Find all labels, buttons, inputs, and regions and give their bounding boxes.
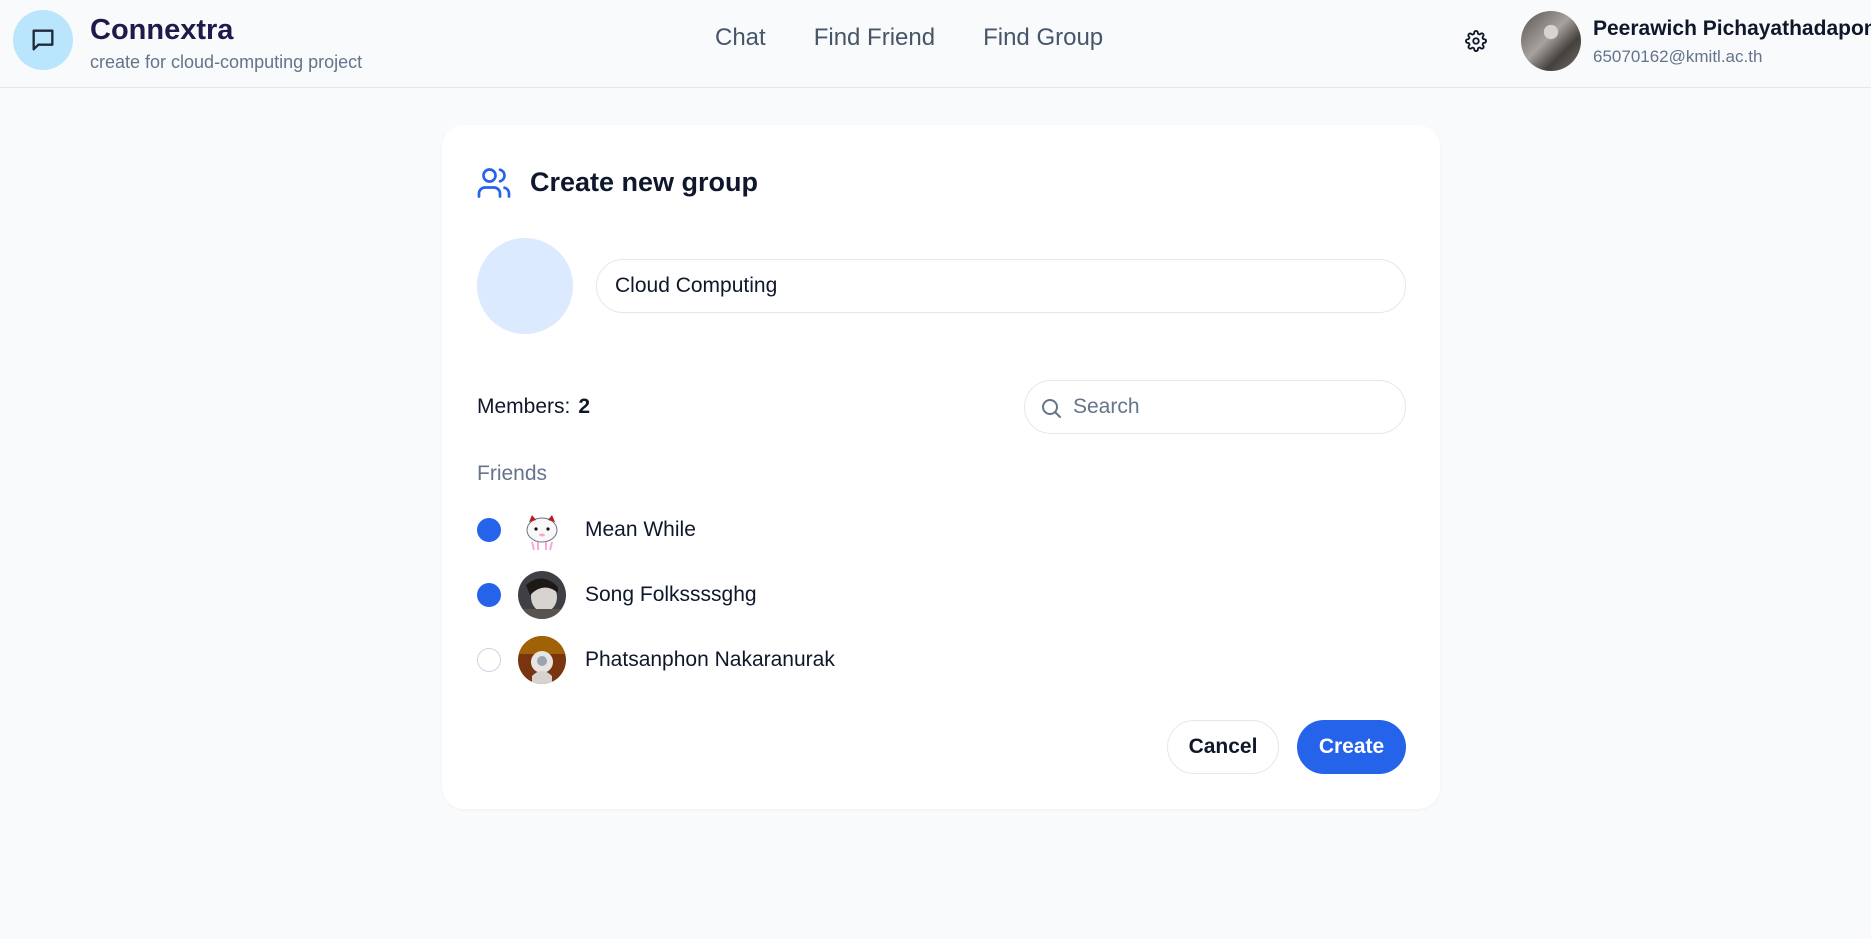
- group-avatar-picker[interactable]: [477, 238, 573, 334]
- friend-checkbox[interactable]: [477, 648, 501, 672]
- chat-bubble-icon: [32, 29, 54, 51]
- friend-name: Phatsanphon Nakaranurak: [585, 648, 835, 671]
- friend-name: Song Folkssssghg: [585, 583, 757, 606]
- app-logo[interactable]: [13, 10, 73, 70]
- members-label: Members:: [477, 395, 571, 418]
- friend-checkbox[interactable]: [477, 583, 501, 607]
- top-bar: Connextra create for cloud-computing pro…: [0, 0, 1871, 88]
- create-button[interactable]: Create: [1297, 720, 1406, 774]
- settings-button[interactable]: [1463, 28, 1489, 54]
- friends-section-label: Friends: [477, 462, 548, 485]
- group-name-input[interactable]: [596, 259, 1406, 313]
- user-email: 65070162@kmitl.ac.th: [1593, 47, 1763, 66]
- users-icon: [477, 168, 511, 198]
- app-name: Connextra: [90, 14, 234, 46]
- friend-item-mean-while[interactable]: Mean While: [477, 506, 1077, 554]
- members-count: Members: 2: [477, 395, 590, 419]
- friend-checkbox[interactable]: [477, 518, 501, 542]
- friend-avatar: [518, 636, 566, 684]
- friend-item-phatsanphon-nakaranurak[interactable]: Phatsanphon Nakaranurak: [477, 636, 1077, 684]
- user-name: Peerawich Pichayathadapong: [1593, 17, 1871, 40]
- friend-search[interactable]: [1024, 380, 1406, 434]
- friend-name: Mean While: [585, 518, 696, 541]
- create-group-card: Create new group Members: 2 Friends: [442, 125, 1440, 809]
- nav-chat[interactable]: Chat: [715, 24, 766, 52]
- members-number: 2: [578, 395, 591, 418]
- search-icon: [1042, 399, 1061, 418]
- main-nav: Chat Find Friend Find Group: [715, 24, 1103, 52]
- friend-avatar: [518, 506, 566, 554]
- user-avatar[interactable]: [1521, 11, 1581, 71]
- gear-icon: [1465, 30, 1487, 52]
- dialog-title: Create new group: [530, 167, 759, 197]
- nav-find-friend[interactable]: Find Friend: [814, 24, 935, 52]
- search-input[interactable]: [1073, 381, 1393, 433]
- friend-avatar: [518, 571, 566, 619]
- app-tagline: create for cloud-computing project: [90, 52, 363, 72]
- friend-item-song-folkssssghg[interactable]: Song Folkssssghg: [477, 571, 1077, 619]
- nav-find-group[interactable]: Find Group: [983, 24, 1103, 52]
- cancel-button[interactable]: Cancel: [1167, 720, 1279, 774]
